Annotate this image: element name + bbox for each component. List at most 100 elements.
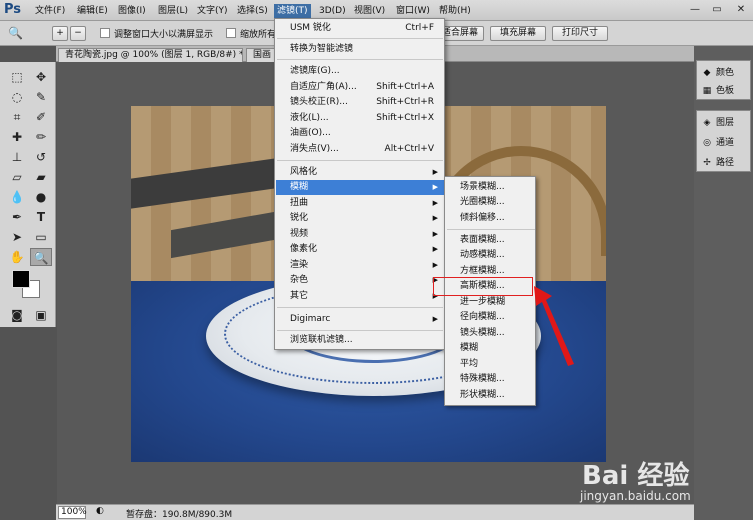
zoom-tool-active-icon[interactable]: 🔍 bbox=[30, 248, 52, 266]
filter-menu-item[interactable]: 消失点(V)... Alt+Ctrl+V bbox=[276, 142, 444, 157]
menu-select[interactable]: 选择(S) bbox=[234, 4, 271, 18]
healing-brush-icon[interactable]: ✚ bbox=[6, 128, 28, 146]
filter-menu-item[interactable]: 镜头校正(R)... Shift+Ctrl+R bbox=[276, 95, 444, 110]
path-select-icon[interactable]: ➤ bbox=[6, 228, 28, 246]
zoom-out-icon[interactable]: − bbox=[70, 26, 86, 41]
minimize-icon[interactable]: — bbox=[688, 3, 702, 17]
blur-submenu-item[interactable]: 动感模糊... bbox=[446, 248, 534, 263]
filter-menu-item[interactable]: 锐化 ▶ bbox=[276, 211, 444, 226]
menu-help[interactable]: 帮助(H) bbox=[436, 4, 474, 18]
panel-paths[interactable]: ✢ 路径 bbox=[701, 155, 751, 171]
shape-tool-icon[interactable]: ▭ bbox=[30, 228, 52, 246]
filter-menu-item[interactable]: 风格化 ▶ bbox=[276, 165, 444, 180]
menu-edit[interactable]: 编辑(E) bbox=[74, 4, 111, 18]
filter-menu-item[interactable]: 自适应广角(A)... Shift+Ctrl+A bbox=[276, 80, 444, 95]
tab-document-1[interactable]: 青花陶瓷.jpg @ 100% (图层 1, RGB/8#) * bbox=[58, 48, 243, 62]
panel-layers[interactable]: ◈ 图层 bbox=[701, 115, 751, 131]
screen-mode-icon[interactable]: ▣ bbox=[30, 306, 52, 324]
marquee-tool-icon[interactable]: ⬚ bbox=[6, 68, 28, 86]
resize-windows-checkbox[interactable] bbox=[100, 28, 110, 38]
menu-3d[interactable]: 3D(D) bbox=[316, 4, 349, 18]
filter-menu-item[interactable]: 浏览联机滤镜... bbox=[276, 333, 444, 348]
zoom-tool-icon[interactable]: 🔍 bbox=[8, 26, 23, 40]
blur-submenu-item[interactable]: 平均 bbox=[446, 357, 534, 372]
filter-menu-item[interactable]: 视频 ▶ bbox=[276, 227, 444, 242]
filter-menu-item[interactable]: 扭曲 ▶ bbox=[276, 196, 444, 211]
lasso-tool-icon[interactable]: ◌ bbox=[6, 88, 28, 106]
filter-menu-item[interactable]: 滤镜库(G)... bbox=[276, 64, 444, 79]
blur-submenu-item[interactable]: 场景模糊... bbox=[446, 180, 534, 195]
color-icon: ◆ bbox=[703, 68, 711, 78]
item-label: 风格化 bbox=[290, 167, 318, 177]
pen-tool-icon[interactable]: ✒ bbox=[6, 208, 28, 226]
filter-menu-item[interactable]: 杂色 ▶ bbox=[276, 273, 444, 288]
blur-submenu-item[interactable]: 倾斜偏移... bbox=[446, 211, 534, 226]
filter-menu-item[interactable]: 渲染 ▶ bbox=[276, 258, 444, 273]
menu-image[interactable]: 图像(I) bbox=[115, 4, 149, 18]
filter-menu-item[interactable]: USM 锐化 Ctrl+F bbox=[276, 21, 444, 36]
panel-paths-label: 路径 bbox=[716, 158, 735, 168]
clone-stamp-icon[interactable]: ⊥ bbox=[6, 148, 28, 166]
menu-file[interactable]: 文件(F) bbox=[32, 4, 68, 18]
status-info-icon[interactable]: ◐ bbox=[96, 506, 104, 516]
print-size-button[interactable]: 打印尺寸 bbox=[552, 26, 608, 41]
brush-tool-icon[interactable]: ✏ bbox=[30, 128, 52, 146]
close-icon[interactable]: ✕ bbox=[734, 3, 748, 17]
type-tool-icon[interactable]: T bbox=[30, 208, 52, 226]
zoom-in-icon[interactable]: + bbox=[52, 26, 68, 41]
history-brush-icon[interactable]: ↺ bbox=[30, 148, 52, 166]
item-label: Digimarc bbox=[290, 314, 331, 324]
foreground-color[interactable] bbox=[12, 270, 30, 288]
filter-menu-item-blur[interactable]: 模糊 ▶ bbox=[276, 180, 444, 195]
item-shortcut: Shift+Ctrl+X bbox=[376, 113, 434, 123]
layers-icon: ◈ bbox=[703, 118, 711, 128]
panel-swatches-label: 色板 bbox=[716, 86, 735, 96]
menu-layer[interactable]: 图层(L) bbox=[155, 4, 191, 18]
filter-menu-item[interactable]: Digimarc ▶ bbox=[276, 312, 444, 327]
eraser-icon[interactable]: ▱ bbox=[6, 168, 28, 186]
menu-window[interactable]: 窗口(W) bbox=[393, 4, 433, 18]
filter-menu-item[interactable]: 其它 ▶ bbox=[276, 289, 444, 304]
channels-icon: ◎ bbox=[703, 138, 711, 148]
panel-channels[interactable]: ◎ 通道 bbox=[701, 135, 751, 151]
panel-layers-label: 图层 bbox=[716, 118, 735, 128]
blur-submenu-item[interactable]: 模糊 bbox=[446, 341, 534, 356]
restore-icon[interactable]: ▭ bbox=[710, 3, 724, 17]
filter-menu-item[interactable]: 像素化 ▶ bbox=[276, 242, 444, 257]
blur-submenu-item[interactable]: 形状模糊... bbox=[446, 388, 534, 403]
hand-tool-icon[interactable]: ✋ bbox=[6, 248, 28, 266]
zoom-level-field[interactable]: 100% bbox=[58, 506, 87, 519]
zoom-all-checkbox[interactable] bbox=[226, 28, 236, 38]
blur-submenu-item[interactable]: 表面模糊... bbox=[446, 233, 534, 248]
submenu-arrow-icon: ▶ bbox=[432, 261, 438, 269]
item-label: 模糊 bbox=[290, 182, 309, 192]
annotation-highlight-box bbox=[433, 277, 533, 296]
blur-tool-icon[interactable]: 💧 bbox=[6, 188, 28, 206]
item-label: USM 锐化 bbox=[290, 23, 331, 33]
panel-swatches[interactable]: ▦ 色板 bbox=[701, 83, 751, 99]
panel-color[interactable]: ◆ 颜色 bbox=[701, 65, 751, 81]
dodge-tool-icon[interactable]: ● bbox=[30, 188, 52, 206]
fill-screen-button[interactable]: 填充屏幕 bbox=[490, 26, 546, 41]
item-shortcut: Alt+Ctrl+V bbox=[384, 144, 434, 154]
gradient-tool-icon[interactable]: ▰ bbox=[30, 168, 52, 186]
quick-select-icon[interactable]: ✎ bbox=[30, 88, 52, 106]
filter-menu-item[interactable]: 转换为智能滤镜 bbox=[276, 42, 444, 57]
menu-type[interactable]: 文字(Y) bbox=[194, 4, 231, 18]
blur-submenu-item[interactable]: 光圈模糊... bbox=[446, 195, 534, 210]
blur-submenu-item[interactable]: 镜头模糊... bbox=[446, 326, 534, 341]
quick-mask-icon[interactable]: ◙ bbox=[6, 306, 28, 324]
eyedropper-icon[interactable]: ✐ bbox=[30, 108, 52, 126]
filter-menu-item[interactable]: 液化(L)... Shift+Ctrl+X bbox=[276, 111, 444, 126]
blur-submenu-item[interactable]: 特殊模糊... bbox=[446, 372, 534, 387]
scratch-disk-info: 暂存盘：190.8M/890.3M bbox=[126, 510, 233, 520]
menu-filter[interactable]: 滤镜(T) bbox=[274, 4, 311, 18]
menu-view[interactable]: 视图(V) bbox=[351, 4, 388, 18]
move-tool-icon[interactable]: ✥ bbox=[30, 68, 52, 86]
filter-menu-item[interactable]: 油画(O)... bbox=[276, 126, 444, 141]
zoom-all-label: 缩放所有 bbox=[240, 30, 277, 40]
blur-submenu-item[interactable]: 进一步模糊 bbox=[446, 295, 534, 310]
layers-panel-group: ◈ 图层 ◎ 通道 ✢ 路径 bbox=[696, 110, 751, 172]
blur-submenu-item[interactable]: 径向模糊... bbox=[446, 310, 534, 325]
crop-tool-icon[interactable]: ⌗ bbox=[6, 108, 28, 126]
